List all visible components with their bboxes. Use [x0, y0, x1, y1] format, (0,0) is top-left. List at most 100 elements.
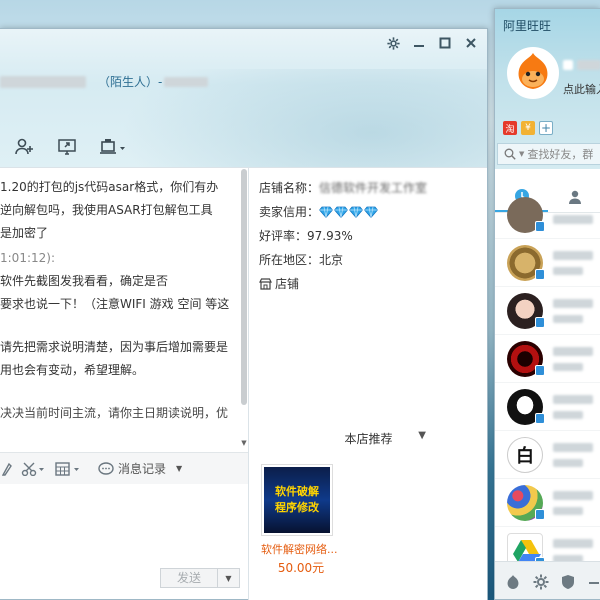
product-price: 50.00元	[277, 561, 325, 575]
shop-link[interactable]: 店铺	[259, 272, 427, 296]
online-device-icon	[535, 509, 545, 520]
chat-bubble-icon	[98, 461, 114, 475]
screen-share-icon[interactable]	[56, 137, 78, 157]
calculator-icon[interactable]	[54, 459, 84, 479]
message-timestamp: 1:01:12):	[0, 251, 55, 265]
message-line: 请先把需求说明清楚，因为事后增加需要是	[0, 340, 229, 354]
contact-item[interactable]	[495, 335, 600, 383]
recommend-header[interactable]: 本店推荐 ▼	[249, 430, 488, 447]
contact-item[interactable]	[495, 383, 600, 431]
font-style-icon[interactable]	[0, 459, 14, 479]
store-icon	[259, 278, 272, 290]
diamond-icon	[349, 206, 364, 218]
contact-list: 白	[495, 197, 600, 575]
product-card[interactable]: 软件破解 程序修改 软件解密网络... 50.00元	[261, 464, 341, 576]
contact-item[interactable]	[495, 479, 600, 527]
chat-toolbar	[14, 137, 128, 157]
diamond-icon	[334, 206, 349, 218]
diamond-rating-icons	[319, 206, 379, 218]
remote-assist-icon[interactable]	[98, 137, 128, 157]
add-contact-icon[interactable]	[14, 137, 36, 157]
product-name[interactable]: 软件解密网络...	[261, 541, 341, 557]
taobao-icon[interactable]: 淘	[503, 121, 517, 135]
input-toolbar: 消息记录 ▼	[0, 452, 248, 484]
contact-relation-tag: （陌生人）-	[98, 75, 163, 89]
shop-location: 所在地区：北京	[259, 253, 344, 267]
contacts-footer	[495, 561, 600, 599]
user-avatar[interactable]	[507, 47, 559, 99]
message-line: 逆向解包吗，我使用ASAR打包解包工具	[0, 203, 213, 217]
close-icon[interactable]	[463, 35, 479, 51]
chat-window: （陌生人）- 1.20的打包的js代码asar格式，你们有办 逆向解包吗，我使用…	[0, 28, 488, 600]
settings-icon[interactable]	[385, 35, 401, 51]
contacts-window: 阿里旺旺 点此输入 淘 ¥ + ▼ 查找好友，群	[494, 8, 600, 600]
message-scrollbar[interactable]: ▼	[240, 169, 248, 449]
diamond-icon	[319, 206, 334, 218]
contact-item[interactable]	[495, 239, 600, 287]
online-device-icon	[535, 221, 545, 232]
contact-item[interactable]	[495, 287, 600, 335]
recommend-label: 本店推荐	[344, 432, 393, 446]
send-row: 发送 ▼	[160, 568, 240, 588]
chevron-down-icon: ▼	[176, 464, 183, 473]
message-line: 软件先截图发我看看，确定是否	[0, 274, 169, 288]
send-button[interactable]: 发送	[160, 568, 218, 588]
seller-credit-row: 卖家信用：	[259, 200, 427, 224]
message-line: 决决当前时间主流，请你主日期读说明，优	[0, 406, 229, 420]
seller-credit-label: 卖家信用：	[259, 205, 320, 219]
chat-title: （陌生人）-	[0, 73, 209, 90]
contact-id-blurred	[164, 76, 209, 87]
message-history[interactable]: 1.20的打包的js代码asar格式，你们有办 逆向解包吗，我使用ASAR打包解…	[0, 167, 248, 451]
contact-item[interactable]: 白	[495, 431, 600, 479]
collapse-caret-icon[interactable]: ▼	[418, 430, 426, 441]
screenshot-scissors-icon[interactable]	[20, 459, 48, 479]
money-bag-icon[interactable]: ¥	[521, 121, 535, 135]
online-device-icon	[535, 413, 545, 424]
message-input[interactable]	[0, 485, 248, 561]
mascot-menu-icon[interactable]	[505, 574, 521, 590]
search-icon	[504, 148, 516, 160]
message-line: 是加密了	[0, 226, 49, 240]
tab-friends[interactable]	[548, 181, 600, 212]
positive-rate: 好评率：97.93%	[259, 229, 353, 243]
contact-avatar: 白	[507, 437, 543, 473]
product-image[interactable]: 软件破解 程序修改	[261, 464, 333, 536]
contact-name-blurred	[0, 75, 86, 88]
scroll-down-arrow-icon[interactable]: ▼	[240, 439, 248, 447]
online-device-icon	[535, 269, 545, 280]
plugin-icons: 淘 ¥ +	[503, 121, 553, 135]
contact-search[interactable]: ▼ 查找好友，群	[497, 143, 600, 165]
online-device-icon	[535, 317, 545, 328]
shop-panel: 店铺名称： 信德软件开发工作室 卖家信用： 好评率：97.93% 所在地区：北京…	[248, 167, 487, 600]
scrollbar-thumb[interactable]	[241, 169, 247, 405]
online-device-icon	[535, 365, 545, 376]
more-icon[interactable]	[587, 574, 600, 590]
message-line: 用也会有变动，希望理解。	[0, 363, 145, 377]
add-plugin-icon[interactable]: +	[539, 121, 553, 135]
message-history-button[interactable]: 消息记录 ▼	[98, 460, 182, 477]
security-shield-icon[interactable]	[561, 574, 575, 590]
mascot-avatar-icon	[509, 49, 557, 97]
shop-name-value: 信德软件开发工作室	[319, 181, 428, 195]
product-image-text: 软件破解	[275, 485, 319, 498]
shop-name-row: 店铺名称： 信德软件开发工作室	[259, 176, 427, 200]
signature-input[interactable]: 点此输入	[563, 81, 600, 97]
product-image-text: 程序修改	[275, 501, 319, 514]
history-label: 消息记录	[118, 462, 167, 476]
search-chevron-icon: ▼	[519, 150, 525, 158]
user-name-blurred	[563, 59, 600, 73]
contact-item[interactable]	[495, 197, 600, 239]
shop-name-label: 店铺名称：	[259, 181, 320, 195]
settings-gear-icon[interactable]	[533, 574, 549, 590]
chat-header: （陌生人）-	[0, 29, 487, 167]
contacts-header: 阿里旺旺 点此输入 淘 ¥ + ▼ 查找好友，群	[495, 9, 600, 169]
person-icon	[568, 190, 581, 204]
search-placeholder: 查找好友，群	[527, 148, 594, 161]
shop-info: 店铺名称： 信德软件开发工作室 卖家信用： 好评率：97.93% 所在地区：北京…	[259, 176, 427, 296]
message-line: 要求也说一下！（注意WIFI 游戏 空间 等这	[0, 297, 230, 311]
app-title: 阿里旺旺	[503, 19, 552, 33]
minimize-icon[interactable]	[411, 35, 427, 51]
send-options-chevron-icon[interactable]: ▼	[218, 568, 240, 588]
maximize-icon[interactable]	[437, 35, 453, 51]
shop-link-label: 店铺	[275, 277, 300, 291]
